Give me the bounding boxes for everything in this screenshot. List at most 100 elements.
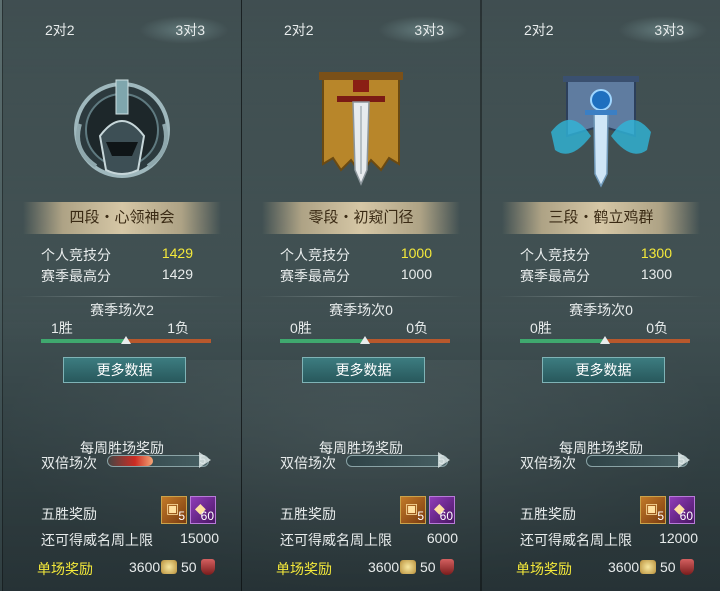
weekly-cap-label: 还可得威名周上限 bbox=[280, 532, 392, 548]
season-high-row: 赛季最高分 1300 bbox=[520, 266, 682, 286]
tab-3v3[interactable]: 3对3 bbox=[414, 20, 444, 40]
personal-score-label: 个人竞技分 bbox=[41, 247, 111, 263]
tab-2v2[interactable]: 2对2 bbox=[284, 20, 314, 40]
mode-tabs: 2对2 3对3 bbox=[482, 0, 720, 48]
mode-tabs: 2对2 3对3 bbox=[3, 0, 241, 48]
coin-icon bbox=[400, 560, 416, 574]
single-coin-value: 3600 bbox=[129, 559, 161, 575]
five-win-reward-label: 五胜奖励 bbox=[41, 506, 97, 522]
double-matches-progress: 5 bbox=[346, 453, 448, 467]
five-win-reward-label: 五胜奖励 bbox=[280, 506, 336, 522]
double-progress-fill bbox=[108, 456, 153, 466]
personal-score-row: 个人竞技分 1000 bbox=[280, 245, 442, 265]
weekly-cap-label: 还可得威名周上限 bbox=[41, 532, 153, 548]
blue-crane-sword-emblem-icon bbox=[541, 66, 661, 192]
progress-arrow-icon bbox=[678, 452, 690, 468]
more-data-button[interactable]: 更多数据 bbox=[542, 357, 665, 383]
season-high-row: 赛季最高分 1000 bbox=[280, 266, 442, 286]
more-data-button[interactable]: 更多数据 bbox=[63, 357, 186, 383]
win-loss-row: 0胜 0负 bbox=[280, 318, 442, 336]
win-bar-fill bbox=[41, 339, 126, 343]
losses-count: 0负 bbox=[406, 320, 428, 336]
season-matches: 赛季场次0 bbox=[329, 302, 393, 318]
season-high-value: 1300 bbox=[640, 266, 672, 282]
win-bar-fill bbox=[280, 339, 365, 343]
chest-glyph-icon: ▣ bbox=[405, 500, 419, 516]
double-matches-label: 双倍场次 bbox=[280, 455, 336, 471]
coin-icon bbox=[161, 560, 177, 574]
single-coin-value: 3600 bbox=[608, 559, 640, 575]
season-matches: 赛季场次2 bbox=[90, 302, 154, 318]
reward-item-chest-icon[interactable]: ▣ 5 bbox=[161, 496, 187, 524]
personal-score-row: 个人竞技分 1429 bbox=[41, 245, 203, 265]
reward-item-2-count: 60 bbox=[200, 509, 214, 523]
reward-item-potion-icon[interactable]: ◆ 60 bbox=[669, 496, 695, 524]
win-loss-bar bbox=[520, 336, 690, 344]
rank-panel-1: 2对2 3对3 四段・心领神会 个人竞技分 1429 赛季最高分 1429 赛季… bbox=[2, 0, 242, 591]
chest-glyph-icon: ▣ bbox=[645, 500, 659, 516]
rank-panel-3: 2对2 3对3 三段・鹤立鸡群 个人竞技分 1300 赛季最高分 1300 赛季… bbox=[481, 0, 720, 591]
season-high-label: 赛季最高分 bbox=[41, 268, 111, 284]
wins-count: 0胜 bbox=[290, 320, 312, 336]
win-loss-row: 0胜 0负 bbox=[520, 318, 682, 336]
single-rep-value: 50 bbox=[660, 559, 676, 575]
loss-bar-fill bbox=[126, 339, 211, 343]
weekly-cap-value: 6000 bbox=[426, 530, 458, 546]
tab-3v3[interactable]: 3对3 bbox=[175, 20, 205, 40]
reward-item-chest-icon[interactable]: ▣ 5 bbox=[400, 496, 426, 524]
rank-title: 四段・心领神会 bbox=[23, 202, 221, 234]
reward-item-chest-icon[interactable]: ▣ 5 bbox=[640, 496, 666, 524]
double-matches-label: 双倍场次 bbox=[41, 455, 97, 471]
losses-count: 1负 bbox=[167, 320, 189, 336]
divider bbox=[498, 296, 704, 297]
personal-score-label: 个人竞技分 bbox=[280, 247, 350, 263]
five-win-reward-label: 五胜奖励 bbox=[520, 506, 576, 522]
divider bbox=[19, 296, 225, 297]
divider bbox=[258, 296, 464, 297]
mode-tabs: 2对2 3对3 bbox=[242, 0, 480, 48]
coin-icon bbox=[640, 560, 656, 574]
wins-count: 1胜 bbox=[51, 320, 73, 336]
win-loss-marker-icon bbox=[360, 336, 370, 344]
weekly-cap-value: 15000 bbox=[180, 530, 219, 546]
single-reward-label: 单场奖励 bbox=[276, 561, 332, 577]
double-matches-progress: 5 bbox=[107, 453, 209, 467]
win-bar-fill bbox=[520, 339, 605, 343]
tab-3v3[interactable]: 3对3 bbox=[654, 20, 684, 40]
win-loss-bar bbox=[41, 336, 211, 344]
season-high-row: 赛季最高分 1429 bbox=[41, 266, 203, 286]
wins-count: 0胜 bbox=[530, 320, 552, 336]
rank-panel-2: 2对2 3对3 零段・初窥门径 个人竞技分 1000 赛季最高分 1000 赛季… bbox=[241, 0, 481, 591]
single-rep-value: 50 bbox=[181, 559, 197, 575]
personal-score-label: 个人竞技分 bbox=[520, 247, 590, 263]
progress-arrow-icon bbox=[199, 452, 211, 468]
progress-arrow-icon bbox=[438, 452, 450, 468]
reward-item-potion-icon[interactable]: ◆ 60 bbox=[429, 496, 455, 524]
tab-2v2[interactable]: 2对2 bbox=[524, 20, 554, 40]
reward-item-1-count: 5 bbox=[178, 509, 185, 523]
win-loss-marker-icon bbox=[121, 336, 131, 344]
weekly-cap-value: 12000 bbox=[659, 530, 698, 546]
season-matches: 赛季场次0 bbox=[569, 302, 633, 318]
dark-helm-emblem-icon bbox=[62, 66, 182, 192]
reward-item-2-count: 60 bbox=[679, 509, 693, 523]
losses-count: 0负 bbox=[646, 320, 668, 336]
reputation-shield-icon bbox=[440, 559, 454, 575]
double-matches-progress: 5 bbox=[586, 453, 688, 467]
season-high-value: 1429 bbox=[161, 266, 193, 282]
tab-2v2[interactable]: 2对2 bbox=[45, 20, 75, 40]
personal-score-row: 个人竞技分 1300 bbox=[520, 245, 682, 265]
more-data-button[interactable]: 更多数据 bbox=[302, 357, 425, 383]
rank-title: 三段・鹤立鸡群 bbox=[502, 202, 700, 234]
personal-score-value: 1000 bbox=[400, 245, 432, 261]
season-high-label: 赛季最高分 bbox=[520, 268, 590, 284]
reward-item-potion-icon[interactable]: ◆ 60 bbox=[190, 496, 216, 524]
reputation-shield-icon bbox=[201, 559, 215, 575]
loss-bar-fill bbox=[365, 339, 450, 343]
rank-title: 零段・初窥门径 bbox=[262, 202, 460, 234]
weekly-cap-label: 还可得威名周上限 bbox=[520, 532, 632, 548]
personal-score-value: 1300 bbox=[640, 245, 672, 261]
loss-bar-fill bbox=[605, 339, 690, 343]
win-loss-marker-icon bbox=[600, 336, 610, 344]
chest-glyph-icon: ▣ bbox=[166, 500, 180, 516]
